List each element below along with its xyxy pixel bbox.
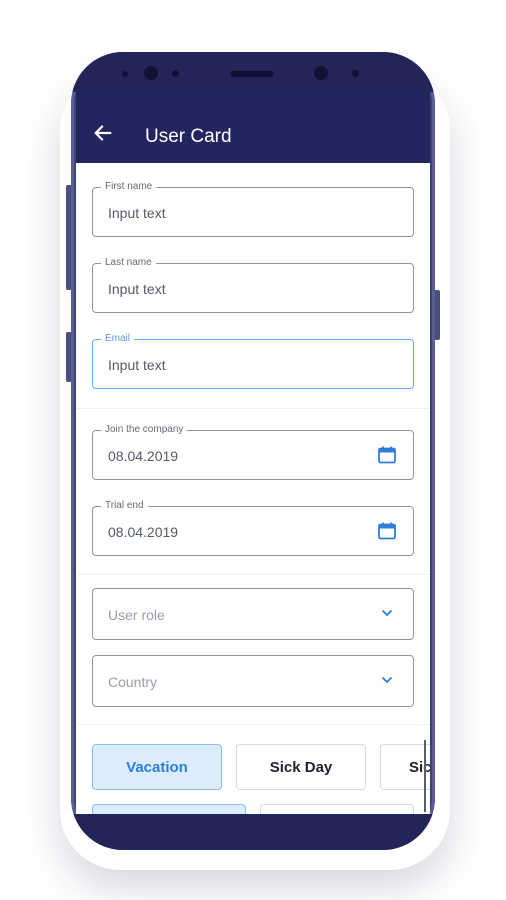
country-select[interactable]: Country bbox=[92, 655, 414, 707]
sensor-dot bbox=[122, 71, 128, 77]
user-role-select[interactable]: User role bbox=[92, 588, 414, 640]
chip-sick-day[interactable]: Sick Day bbox=[236, 744, 366, 790]
section-divider bbox=[76, 724, 430, 725]
calendar-icon[interactable] bbox=[377, 521, 397, 541]
phone-bottom-bezel bbox=[71, 814, 435, 850]
country-placeholder: Country bbox=[108, 674, 158, 690]
email-value: Input text bbox=[108, 357, 166, 373]
sensor-dot bbox=[352, 70, 359, 77]
chip-label: Sic bbox=[409, 758, 430, 776]
app-bar: User Card bbox=[76, 88, 430, 163]
iris-sensor bbox=[314, 66, 328, 80]
phone-speaker bbox=[230, 71, 274, 77]
trial-end-field[interactable]: Trial end 08.04.2019 bbox=[92, 500, 414, 556]
email-field[interactable]: Email Input text bbox=[92, 333, 414, 389]
join-date-value: 08.04.2019 bbox=[108, 448, 179, 464]
last-name-label: Last name bbox=[101, 257, 156, 269]
join-date-label: Join the company bbox=[101, 424, 188, 436]
chevron-down-icon bbox=[382, 677, 392, 684]
calendar-icon[interactable] bbox=[377, 445, 397, 465]
email-label: Email bbox=[101, 333, 135, 345]
section-divider bbox=[76, 408, 430, 409]
first-name-value: Input text bbox=[108, 205, 166, 221]
section-divider bbox=[76, 574, 430, 575]
sensor-dot bbox=[172, 70, 179, 77]
page-title: User Card bbox=[145, 126, 232, 147]
chip-partial[interactable]: Sic bbox=[380, 744, 430, 790]
chip-label: Sick Day bbox=[269, 758, 333, 776]
first-name-label: First name bbox=[101, 181, 157, 193]
phone-top-bezel bbox=[71, 52, 435, 92]
trial-end-value: 08.04.2019 bbox=[108, 524, 179, 540]
chip-label: Vacation bbox=[126, 758, 188, 776]
chip-vacation[interactable]: Vacation bbox=[92, 744, 222, 790]
last-name-value: Input text bbox=[108, 281, 166, 297]
trial-end-label: Trial end bbox=[101, 500, 148, 512]
arrow-left-icon[interactable] bbox=[92, 122, 114, 144]
chevron-down-icon bbox=[382, 610, 392, 617]
user-role-placeholder: User role bbox=[108, 607, 165, 623]
app-screen: User Card First name Input text Last nam… bbox=[76, 88, 430, 818]
front-camera bbox=[144, 66, 158, 80]
phone-frame: User Card First name Input text Last nam… bbox=[71, 52, 435, 850]
scrollbar[interactable] bbox=[424, 740, 426, 812]
join-date-field[interactable]: Join the company 08.04.2019 bbox=[92, 424, 414, 480]
last-name-field[interactable]: Last name Input text bbox=[92, 257, 414, 313]
first-name-field[interactable]: First name Input text bbox=[92, 181, 414, 237]
